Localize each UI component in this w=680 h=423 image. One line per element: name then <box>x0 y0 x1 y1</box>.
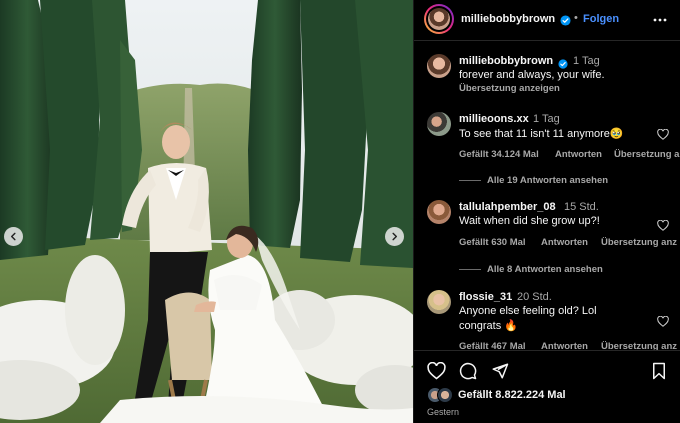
more-options-icon[interactable] <box>653 13 667 31</box>
comment-time: 1 Tag <box>533 113 560 125</box>
verified-badge-icon <box>560 13 571 31</box>
comment-avatar[interactable] <box>427 112 451 136</box>
caption-text: forever and always, your wife. <box>459 69 605 81</box>
comment-avatar[interactable] <box>427 290 451 314</box>
comment-like-heart-icon[interactable] <box>657 218 669 236</box>
chevron-left-icon <box>10 232 16 241</box>
caption-avatar[interactable] <box>427 54 451 78</box>
comment-like-heart-icon[interactable] <box>657 127 669 145</box>
reply-button[interactable]: Antworten <box>555 149 602 160</box>
chevron-right-icon <box>392 232 398 241</box>
author-avatar-ring[interactable] <box>424 4 454 34</box>
comment-likes[interactable]: Gefällt 630 Mal <box>459 237 526 248</box>
comment-username[interactable]: tallulahpember_08 <box>459 201 556 213</box>
header-username[interactable]: milliebobbybrown <box>461 13 555 25</box>
comment-time: 15 Std. <box>564 201 599 213</box>
caption-time: 1 Tag <box>573 55 600 67</box>
comment-translate-link[interactable]: Übersetzung a <box>614 149 679 160</box>
post-date: Gestern <box>427 407 460 417</box>
comment-text: Anyone else feeling old? Lol <box>459 305 597 317</box>
post-side-panel: milliebobbybrown • Folgen milliebobbybro… <box>413 0 680 423</box>
next-photo-button[interactable] <box>385 227 404 246</box>
header-separator: • <box>574 12 578 24</box>
replies-divider <box>459 269 481 270</box>
post-actions-bar: Gefällt 8.822.224 Mal Gestern <box>414 350 680 423</box>
comment-like-heart-icon[interactable] <box>657 314 669 332</box>
comment-text: To see that 11 isn't 11 anymore🥹 <box>459 128 624 140</box>
comment-icon[interactable] <box>459 362 477 385</box>
comment-text: Wait when did she grow up?! <box>459 215 600 227</box>
comment-text-line2: congrats 🔥 <box>459 320 518 332</box>
liker-avatar <box>437 387 453 403</box>
comment-translate-link[interactable]: Übersetzung anz <box>601 237 677 248</box>
post-viewer: milliebobbybrown • Folgen milliebobbybro… <box>0 0 680 423</box>
author-avatar <box>428 8 450 30</box>
comment-likes[interactable]: Gefällt 34.124 Mal <box>459 149 539 160</box>
view-replies-link[interactable]: Alle 19 Antworten ansehen <box>487 175 608 186</box>
save-bookmark-icon[interactable] <box>651 362 667 385</box>
comment-avatar[interactable] <box>427 200 451 224</box>
like-heart-icon[interactable] <box>427 361 446 385</box>
likes-total[interactable]: Gefällt 8.822.224 Mal <box>458 389 566 401</box>
previous-photo-button[interactable] <box>4 227 23 246</box>
comment-username[interactable]: millieoons.xx <box>459 113 529 125</box>
share-send-icon[interactable] <box>491 362 509 385</box>
replies-divider <box>459 180 481 181</box>
follow-button[interactable]: Folgen <box>583 13 619 25</box>
post-photo[interactable] <box>0 0 413 423</box>
view-replies-link[interactable]: Alle 8 Antworten ansehen <box>487 264 603 275</box>
reply-button[interactable]: Antworten <box>541 237 588 248</box>
caption-translate-link[interactable]: Übersetzung anzeigen <box>459 83 560 94</box>
caption-username[interactable]: milliebobbybrown <box>459 55 553 67</box>
comment-username[interactable]: flossie_31 <box>459 291 512 303</box>
comment-time: 20 Std. <box>517 291 552 303</box>
post-header: milliebobbybrown • Folgen <box>414 0 680 41</box>
wedding-photo-illustration <box>0 0 413 423</box>
